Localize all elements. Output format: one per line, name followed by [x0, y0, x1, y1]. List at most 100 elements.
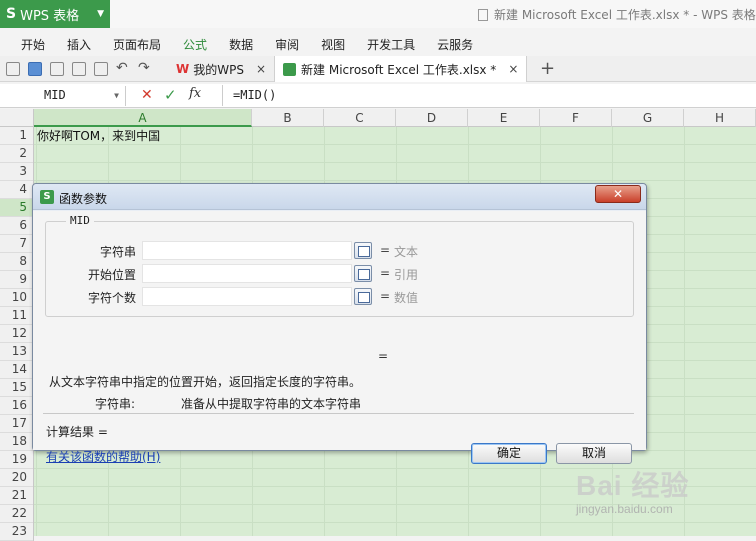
print-icon[interactable]: [50, 62, 64, 76]
arguments-group: MID 字符串 = 文本 开始位置 = 引用 字符个数 = 数值: [45, 214, 634, 317]
tab-page-layout[interactable]: 页面布局: [102, 32, 172, 58]
row-header[interactable]: 23: [0, 523, 33, 541]
watermark-text: Bai 经验: [576, 470, 690, 501]
arg-input-num-chars[interactable]: [142, 287, 352, 306]
column-header-f[interactable]: F: [540, 109, 612, 127]
range-picker-icon[interactable]: [354, 288, 372, 305]
arg-equals: =: [380, 243, 391, 257]
row-header[interactable]: 17: [0, 415, 33, 433]
document-icon: [478, 9, 488, 21]
row-header[interactable]: 21: [0, 487, 33, 505]
tab-insert[interactable]: 插入: [56, 32, 102, 58]
divider: [43, 413, 634, 414]
row-header[interactable]: 3: [0, 163, 33, 181]
redo-icon[interactable]: ↷: [138, 60, 150, 76]
app-name: WPS 表格: [20, 8, 80, 24]
watermark-url: jingyan.baidu.com: [576, 502, 673, 516]
row-header[interactable]: 18: [0, 433, 33, 451]
column-header-h[interactable]: H: [684, 109, 756, 127]
row-header[interactable]: 12: [0, 325, 33, 343]
row-header[interactable]: 19: [0, 451, 33, 469]
arg-input-start[interactable]: [142, 264, 352, 283]
preview-result-equals: =: [378, 349, 389, 363]
column-header-e[interactable]: E: [468, 109, 540, 127]
spreadsheet-icon: S: [40, 190, 54, 204]
name-box[interactable]: MID ▼: [2, 86, 126, 106]
confirm-formula-icon[interactable]: ✓: [164, 86, 177, 104]
insert-function-button[interactable]: fx: [189, 86, 201, 101]
wps-w-icon: W: [176, 62, 190, 76]
column-header-d[interactable]: D: [396, 109, 468, 127]
close-icon[interactable]: ×: [508, 62, 518, 76]
menu-bar: 开始 插入 页面布局 公式 数据 审阅 视图 开发工具 云服务: [0, 32, 756, 58]
range-picker-icon[interactable]: [354, 242, 372, 259]
dialog-title: 函数参数: [59, 192, 108, 206]
row-header[interactable]: 16: [0, 397, 33, 415]
save-icon[interactable]: [28, 62, 42, 76]
arg-hint-start: 引用: [394, 268, 419, 282]
doc-tab-my-wps[interactable]: W 我的WPS ×: [168, 56, 276, 82]
cancel-formula-icon[interactable]: ✕: [141, 87, 153, 103]
row-header[interactable]: 13: [0, 343, 33, 361]
tab-formulas[interactable]: 公式: [172, 32, 218, 58]
window-title: 新建 Microsoft Excel 工作表.xlsx * - WPS 表格: [478, 6, 756, 23]
new-tab-plus-icon[interactable]: +: [540, 58, 555, 79]
formula-input[interactable]: =MID(): [222, 85, 752, 106]
close-icon[interactable]: ×: [256, 62, 266, 76]
row-header[interactable]: 22: [0, 505, 33, 523]
dialog-title-bar[interactable]: S 函数参数 ✕: [33, 184, 646, 210]
row-header[interactable]: 7: [0, 235, 33, 253]
tab-start[interactable]: 开始: [10, 32, 56, 58]
row-header[interactable]: 14: [0, 361, 33, 379]
function-help-link[interactable]: 有关该函数的帮助(H): [46, 448, 160, 465]
tab-review[interactable]: 审阅: [264, 32, 310, 58]
wps-logo-icon: S: [6, 6, 17, 22]
row-header[interactable]: 5: [0, 199, 33, 217]
arg-input-text[interactable]: [142, 241, 352, 260]
row-header[interactable]: 10: [0, 289, 33, 307]
row-header[interactable]: 8: [0, 253, 33, 271]
tab-data[interactable]: 数据: [218, 32, 264, 58]
caret-down-icon[interactable]: ▼: [114, 91, 119, 100]
arg-description-text: 准备从中提取字符串的文本字符串: [181, 397, 362, 411]
row-header[interactable]: 6: [0, 217, 33, 235]
column-header-c[interactable]: C: [324, 109, 396, 127]
undo-icon[interactable]: ↶: [116, 60, 128, 76]
cell-a1[interactable]: 你好啊TOM，来到中国: [37, 127, 160, 145]
print-preview-icon[interactable]: [94, 62, 108, 76]
dialog-close-button[interactable]: ✕: [595, 185, 641, 203]
column-header-a[interactable]: A: [34, 109, 252, 127]
open-folder-icon[interactable]: [6, 62, 20, 76]
arg-label-text: 字符串: [99, 245, 136, 259]
doc-tab-workbook[interactable]: 新建 Microsoft Excel 工作表.xlsx * ×: [275, 56, 528, 82]
document-tabs: W 我的WPS × 新建 Microsoft Excel 工作表.xlsx * …: [168, 56, 528, 82]
row-header[interactable]: 1: [0, 127, 33, 145]
row-header[interactable]: 15: [0, 379, 33, 397]
name-box-value: MID: [44, 88, 66, 102]
arg-description-label: 字符串:: [95, 397, 136, 411]
tab-developer[interactable]: 开发工具: [356, 32, 426, 58]
row-header[interactable]: 9: [0, 271, 33, 289]
column-headers: A B C D E F G H: [0, 109, 756, 127]
arg-label-num-chars: 字符个数: [87, 291, 136, 305]
app-menu-button[interactable]: S WPS 表格 ▼: [0, 0, 110, 28]
tab-cloud-service[interactable]: 云服务: [426, 32, 484, 58]
export-pdf-icon[interactable]: [72, 62, 86, 76]
column-header-g[interactable]: G: [612, 109, 684, 127]
ok-button[interactable]: 确定: [471, 443, 547, 464]
row-header[interactable]: 2: [0, 145, 33, 163]
tab-view[interactable]: 视图: [310, 32, 356, 58]
row-header[interactable]: 4: [0, 181, 33, 199]
caret-down-icon: ▼: [97, 9, 104, 19]
arg-label-start: 开始位置: [87, 268, 136, 282]
function-name-legend: MID: [66, 214, 94, 227]
column-header-b[interactable]: B: [252, 109, 324, 127]
baidu-jingyan-watermark: Bai 经验 jingyan.baidu.com: [576, 458, 756, 536]
row-header[interactable]: 11: [0, 307, 33, 325]
quick-access-toolbar: ↶ ↷ W 我的WPS × 新建 Microsoft Excel 工作表.xls…: [0, 56, 756, 82]
range-picker-icon[interactable]: [354, 265, 372, 282]
row-header[interactable]: 20: [0, 469, 33, 487]
select-all-corner[interactable]: [0, 109, 34, 127]
doc-tab-label: 我的WPS: [193, 62, 244, 77]
title-bar: S WPS 表格 ▼ 新建 Microsoft Excel 工作表.xlsx *…: [0, 0, 756, 28]
